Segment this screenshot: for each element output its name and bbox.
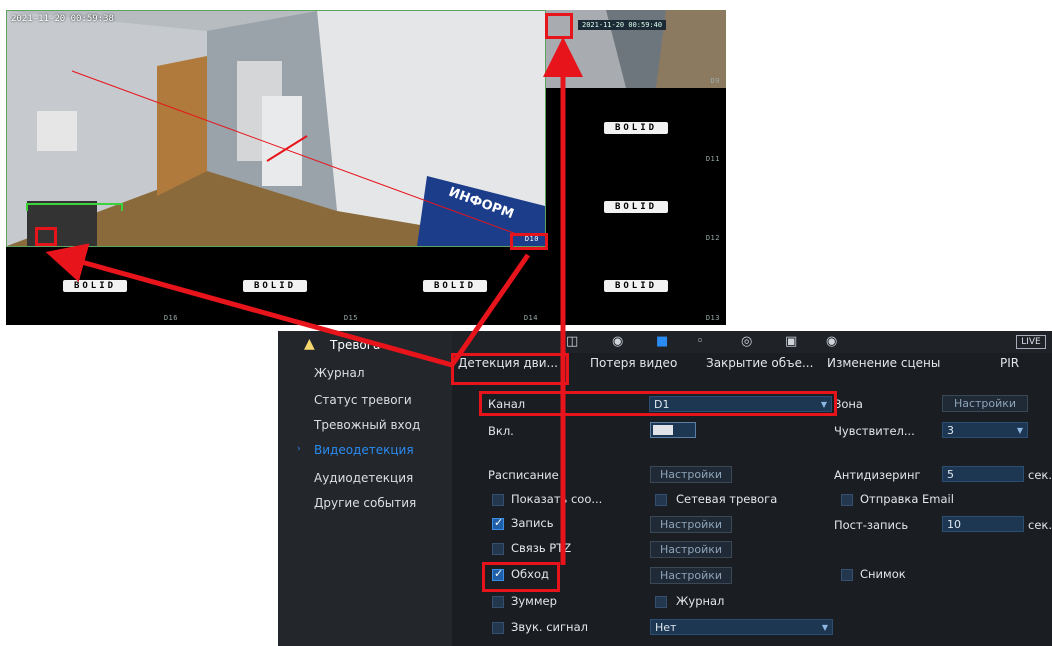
camera-tile-d13[interactable]: BOLID D13 — [546, 247, 726, 325]
alarm-sidebar: ▲ Тревога Журнал Статус тревоги Тревожны… — [278, 331, 452, 646]
sidebar-item-log[interactable]: Журнал — [314, 366, 365, 380]
toggle-knob — [653, 425, 673, 435]
sound-label: Звук. сигнал — [511, 620, 588, 634]
main-camera-feed[interactable]: ИНФОРМ 2021-11-20 00:59:38 D10 — [6, 10, 546, 247]
ptz-checkbox[interactable] — [492, 543, 504, 555]
send-email-checkbox[interactable] — [841, 494, 853, 506]
live-button[interactable]: LIVE — [1016, 335, 1046, 349]
sensitivity-select[interactable]: 3 ▼ — [942, 422, 1028, 438]
enable-toggle[interactable] — [650, 422, 696, 438]
post-record-unit: сек. — [1028, 518, 1052, 532]
d9-channel-label: D9 — [710, 77, 720, 85]
sidebar-item-alarm-input[interactable]: Тревожный вход — [314, 418, 420, 432]
net-alarm-checkbox[interactable] — [655, 494, 667, 506]
antidither-unit: сек. — [1028, 468, 1052, 482]
sidebar-item-other-events[interactable]: Другие события — [314, 496, 416, 510]
buzzer-label: Зуммер — [511, 594, 557, 608]
zone-label: Зона — [834, 397, 863, 411]
display-icon[interactable]: ▣ — [785, 335, 797, 349]
tour-settings-button[interactable]: Настройки — [650, 567, 732, 584]
highlight-d10-label — [510, 233, 548, 250]
enable-label: Вкл. — [488, 424, 514, 438]
top-toolbar: ◫ ◉ ■ ◦ ◎ ▣ ◉ LIVE — [452, 331, 1052, 353]
sensitivity-value: 3 — [947, 424, 954, 437]
network-icon[interactable]: ◫ — [566, 335, 578, 349]
camera-tile-d15[interactable]: BOLID D15 — [186, 247, 364, 325]
ptz-label: Связь PTZ — [511, 541, 572, 555]
record-settings-button[interactable]: Настройки — [650, 516, 732, 533]
highlight-d9-corner — [545, 13, 573, 39]
sidebar-item-alarm-status[interactable]: Статус тревоги — [314, 393, 412, 407]
bolid-logo: BOLID — [604, 122, 668, 134]
chevron-down-icon: ▼ — [821, 623, 828, 632]
antidither-label: Антидизеринг — [834, 468, 921, 482]
post-record-label: Пост-запись — [834, 518, 909, 532]
d14-channel-label: D14 — [523, 314, 538, 322]
d16-channel-label: D16 — [163, 314, 178, 322]
camera-tile-d9[interactable]: 2021-11-20 00:59:40 D9 — [546, 10, 726, 88]
highlight-channel-row — [479, 391, 837, 416]
bolid-logo: BOLID — [63, 280, 127, 292]
d15-channel-label: D15 — [343, 314, 358, 322]
antidither-input[interactable]: 5 — [942, 466, 1024, 482]
bolid-logo: BOLID — [604, 200, 668, 213]
sidebar-title: Тревога — [330, 338, 381, 352]
net-alarm-label: Сетевая тревога — [676, 492, 778, 506]
log-label: Журнал — [676, 594, 725, 608]
post-record-input[interactable]: 10 — [942, 516, 1024, 532]
snapshot-label: Снимок — [860, 567, 906, 581]
audio-icon[interactable]: ◉ — [826, 335, 837, 349]
camera-tile-d16[interactable]: BOLID D16 — [6, 247, 184, 325]
sound-value: Нет — [655, 621, 677, 634]
schedule-settings-button[interactable]: Настройки — [650, 466, 732, 483]
zone-settings-button[interactable]: Настройки — [942, 395, 1028, 412]
camera-tile-d14[interactable]: BOLID D14 — [366, 247, 544, 325]
show-message-checkbox[interactable] — [492, 494, 504, 506]
camera-grid: ИНФОРМ 2021-11-20 00:59:38 D10 2021-11-2… — [6, 10, 726, 325]
tab-video-loss[interactable]: Потеря видео — [590, 356, 677, 370]
d12-channel-label: D12 — [705, 234, 720, 242]
d11-channel-label: D11 — [705, 155, 720, 163]
camera-tile-d11[interactable]: BOLID D11 — [546, 90, 726, 166]
sidebar-item-video-detection[interactable]: Видеодетекция — [314, 443, 414, 457]
buzzer-checkbox[interactable] — [492, 596, 504, 608]
ptz-settings-button[interactable]: Настройки — [650, 541, 732, 558]
tab-pir[interactable]: PIR — [1000, 356, 1019, 370]
sidebar-item-audio-detection[interactable]: Аудиодетекция — [314, 471, 413, 485]
performance-icon[interactable]: ◦ — [696, 335, 704, 349]
bolid-logo: BOLID — [243, 280, 307, 292]
d9-timestamp: 2021-11-20 00:59:40 — [578, 20, 667, 30]
record-checkbox[interactable] — [492, 516, 504, 530]
d13-channel-label: D13 — [705, 314, 720, 322]
storage-icon[interactable]: ◎ — [741, 335, 752, 349]
alarm-bell-icon: ▲ — [304, 336, 315, 352]
highlight-main-motion-icon — [35, 227, 57, 246]
alarm-settings-panel: ▲ Тревога Журнал Статус тревоги Тревожны… — [278, 331, 1052, 646]
highlight-motion-tab — [451, 353, 569, 385]
highlight-tour-row — [482, 562, 560, 592]
record-label: Запись — [511, 516, 554, 530]
send-email-label: Отправка Email — [860, 492, 954, 506]
corridor-scene — [7, 11, 545, 246]
tab-scene-change[interactable]: Изменение сцены — [827, 356, 940, 370]
log-checkbox[interactable] — [655, 596, 667, 608]
sound-select[interactable]: Нет ▼ — [650, 619, 833, 635]
tab-tampering[interactable]: Закрытие объе... — [706, 356, 813, 370]
show-message-label: Показать соо... — [511, 492, 603, 506]
bolid-logo: BOLID — [604, 280, 668, 292]
sensitivity-label: Чувствител... — [834, 424, 915, 438]
alarm-icon[interactable]: ■ — [656, 335, 668, 349]
active-marker-icon: › — [297, 444, 301, 454]
chevron-down-icon: ▼ — [1016, 426, 1023, 435]
ai-icon[interactable]: ◉ — [612, 335, 623, 349]
main-timestamp: 2021-11-20 00:59:38 — [11, 14, 114, 24]
snapshot-checkbox[interactable] — [841, 569, 853, 581]
sound-checkbox[interactable] — [492, 622, 504, 634]
schedule-label: Расписание — [488, 468, 559, 482]
camera-tile-d12[interactable]: BOLID D12 — [546, 168, 726, 245]
bolid-logo: BOLID — [423, 280, 487, 292]
